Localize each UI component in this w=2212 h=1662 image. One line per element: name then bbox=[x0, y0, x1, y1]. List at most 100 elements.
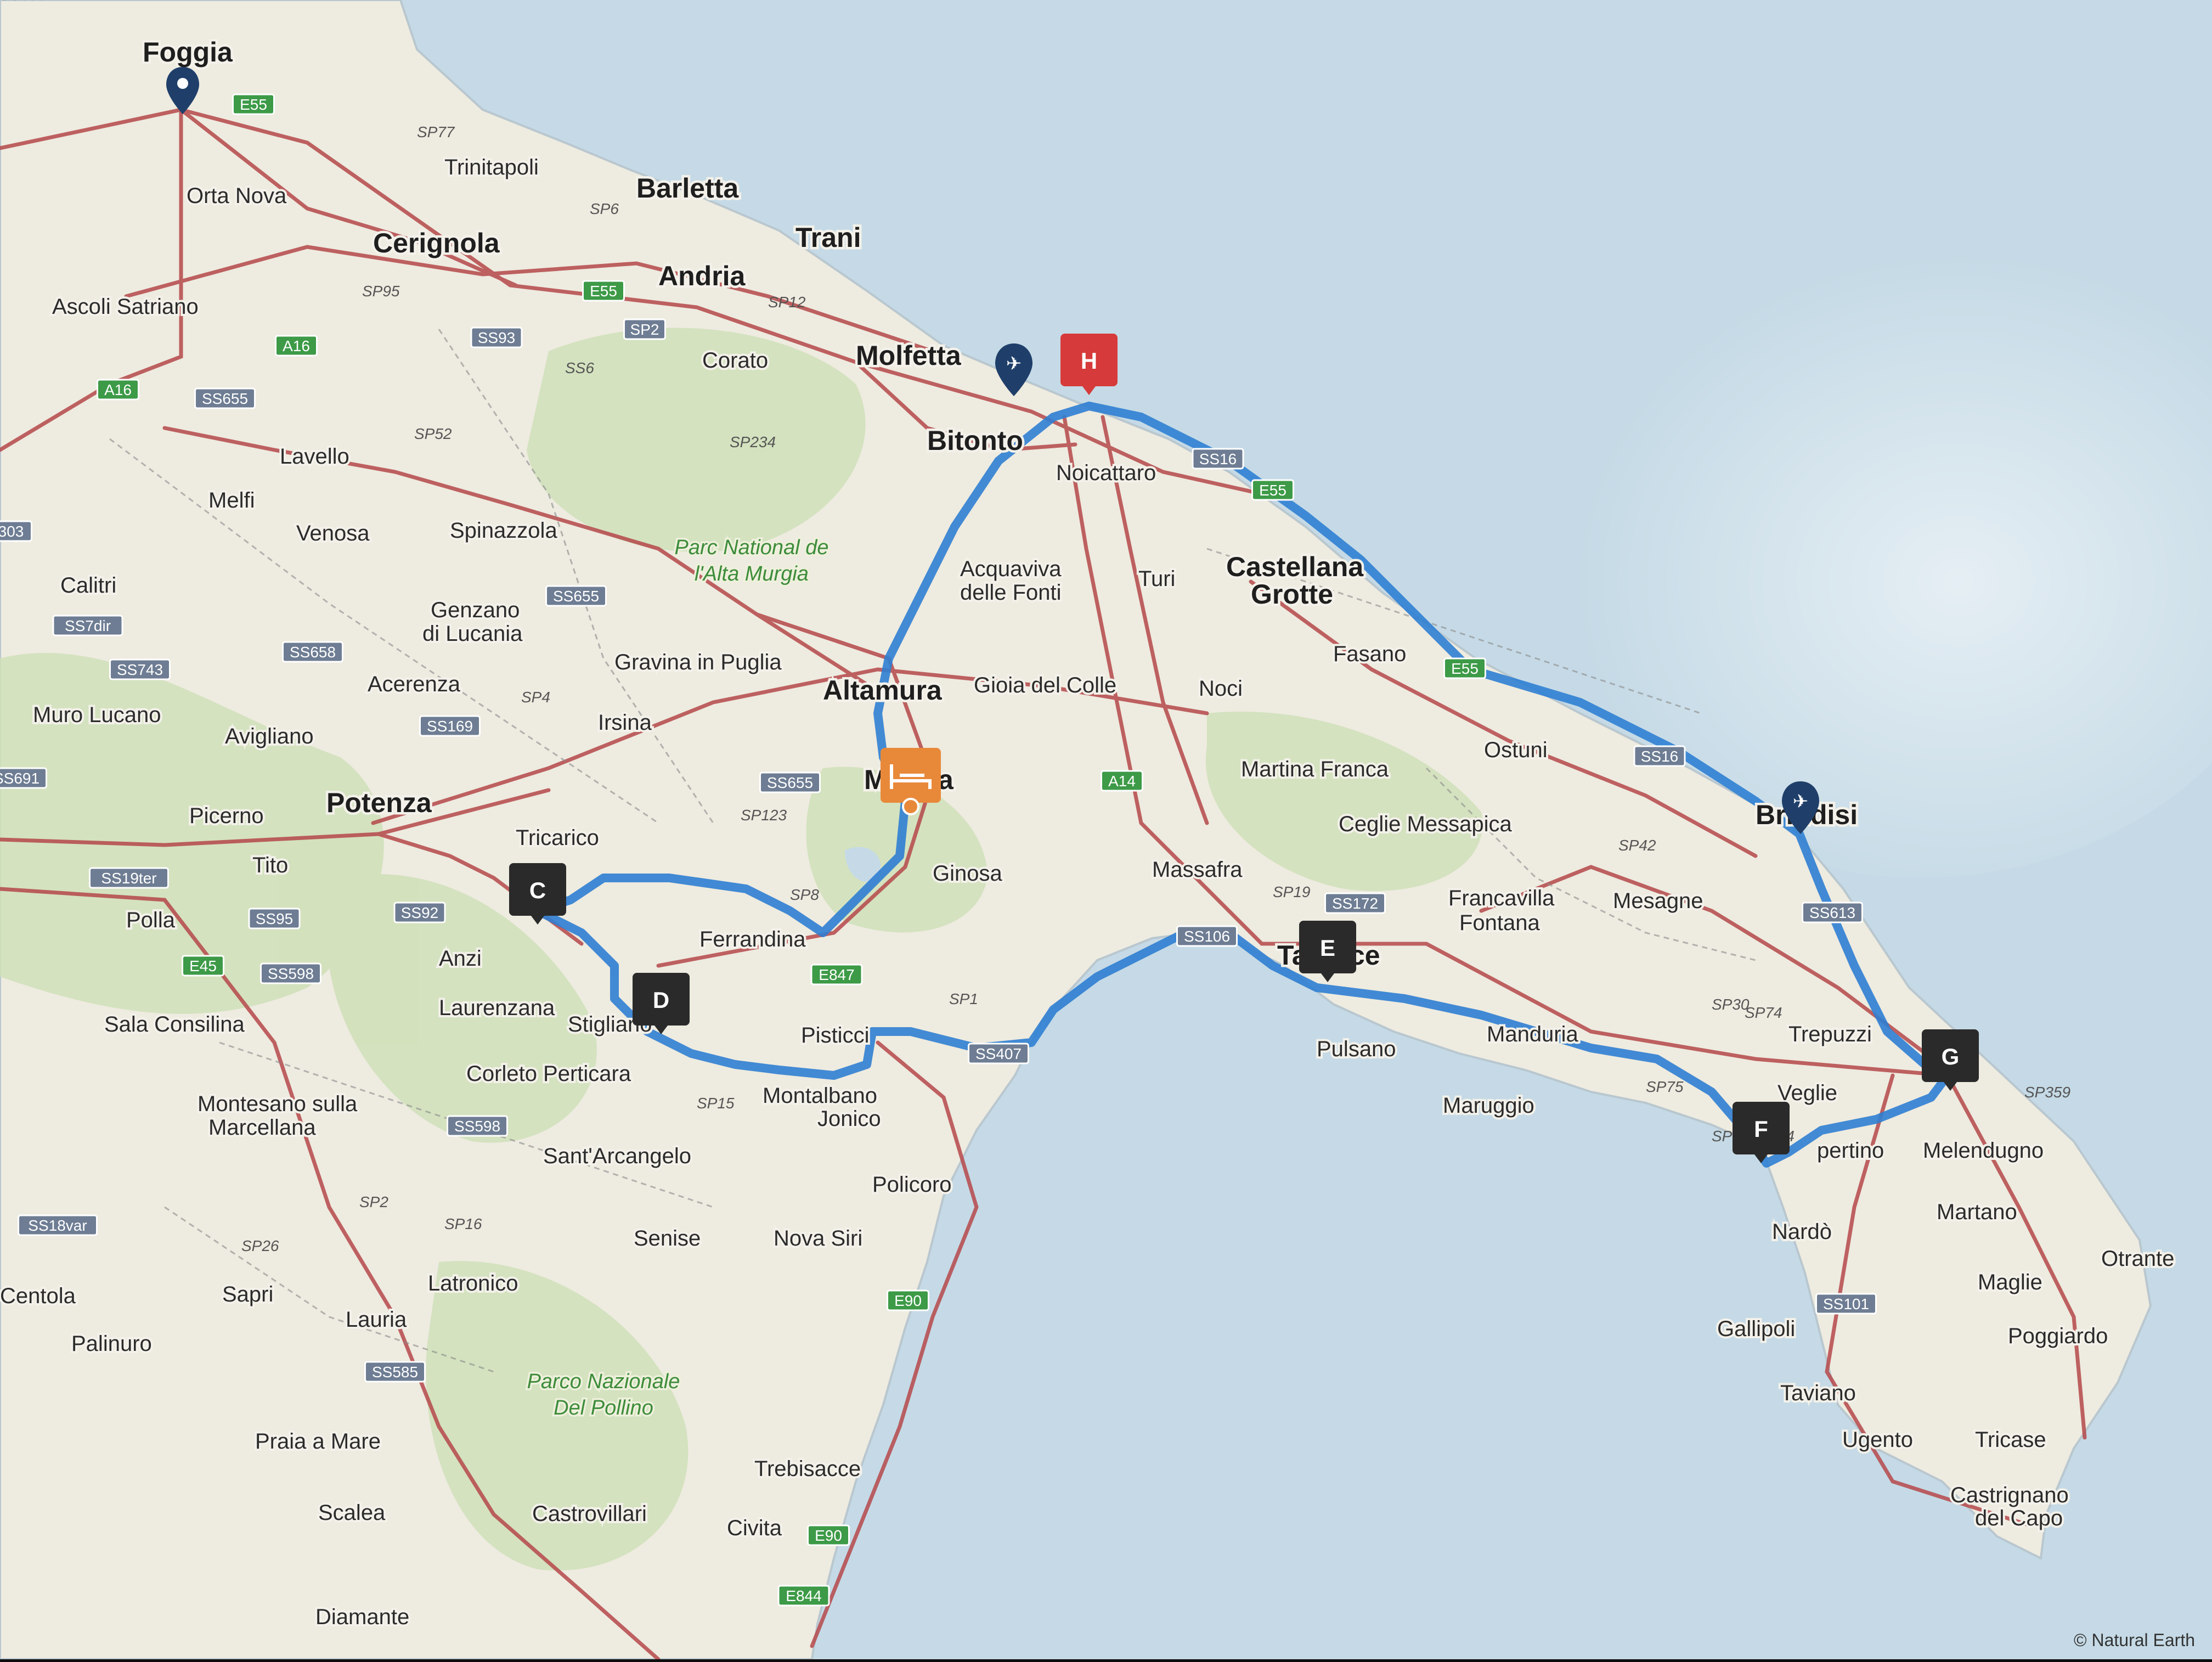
city-label: Otrante bbox=[2101, 1247, 2174, 1271]
city-label: Tricase bbox=[1975, 1428, 2046, 1452]
svg-text:SS18var: SS18var bbox=[28, 1217, 87, 1234]
road-ref-label: SP359 bbox=[2024, 1084, 2070, 1101]
city-label: Veglie bbox=[1778, 1081, 1837, 1105]
road-shield: SS691 bbox=[0, 767, 47, 789]
svg-text:SS585: SS585 bbox=[372, 1364, 418, 1381]
road-shield: E90 bbox=[887, 1289, 929, 1311]
svg-text:SS19ter: SS19ter bbox=[101, 870, 156, 887]
city-label: Venosa bbox=[296, 521, 370, 545]
route-marker-c[interactable]: C bbox=[509, 863, 566, 925]
road-shield: SS92 bbox=[393, 902, 446, 923]
city-label: Gallipoli bbox=[1717, 1317, 1795, 1341]
city-label: Grotte bbox=[1251, 579, 1333, 610]
road-ref-label: SP234 bbox=[730, 433, 776, 450]
road-shield: E55 bbox=[232, 93, 275, 115]
city-label: Noicattaro bbox=[1056, 461, 1156, 485]
road-shield: E55 bbox=[1443, 657, 1486, 679]
road-shield: SS172 bbox=[1324, 892, 1386, 914]
road-shield: SS658 bbox=[282, 641, 343, 663]
road-ref-label: SP75 bbox=[1646, 1078, 1684, 1095]
city-label: Laurenzana bbox=[439, 996, 555, 1020]
city-label: Mesagne bbox=[1613, 889, 1703, 913]
city-label: Corleto Perticara bbox=[466, 1062, 631, 1086]
city-label: Fasano bbox=[1333, 642, 1406, 666]
city-label: Altamura bbox=[823, 675, 943, 706]
svg-text:E90: E90 bbox=[894, 1292, 922, 1309]
city-label: Tricarico bbox=[516, 826, 599, 850]
road-shield: SS585 bbox=[364, 1361, 426, 1383]
svg-text:✈: ✈ bbox=[1006, 353, 1022, 374]
svg-text:E847: E847 bbox=[819, 966, 854, 983]
city-label: Foggia bbox=[143, 37, 233, 67]
city-label: Corato bbox=[702, 348, 768, 373]
svg-text:SS598: SS598 bbox=[268, 965, 314, 982]
road-shield: E55 bbox=[1251, 479, 1294, 501]
city-label: Martina Franca bbox=[1241, 757, 1389, 781]
city-label: Spinazzola bbox=[450, 519, 557, 543]
road-shield: E847 bbox=[810, 964, 863, 985]
city-label: Molfetta bbox=[856, 340, 962, 371]
svg-text:303: 303 bbox=[0, 523, 24, 540]
city-label: Pisticci bbox=[801, 1023, 869, 1047]
road-shield: SS655 bbox=[545, 585, 607, 607]
road-shield: SS16 bbox=[1633, 745, 1686, 767]
city-label: Turi bbox=[1138, 567, 1175, 591]
city-label: Barletta bbox=[636, 173, 739, 204]
city-label: Genzano bbox=[431, 598, 520, 622]
city-label: Praia a Mare bbox=[255, 1429, 381, 1453]
city-label: Ascoli Satriano bbox=[52, 295, 199, 319]
route-marker-h[interactable]: H bbox=[1060, 334, 1118, 395]
city-label: Acerenza bbox=[368, 672, 461, 696]
road-shield: SS598 bbox=[260, 962, 321, 984]
svg-text:SS92: SS92 bbox=[401, 904, 439, 921]
road-ref-label: SS6 bbox=[565, 359, 594, 376]
city-label: Gravina in Puglia bbox=[614, 650, 782, 674]
road-shield: 303 bbox=[0, 520, 32, 542]
map-canvas[interactable]: Foggia Barletta Trani Cerignola Andria Molfet… bbox=[0, 0, 2212, 1661]
city-label: Senise bbox=[634, 1226, 701, 1250]
road-shield: SS7dir bbox=[52, 615, 123, 636]
city-label: Manduria bbox=[1487, 1022, 1579, 1046]
city-label: pertino bbox=[1817, 1139, 1884, 1163]
city-label: Scalea bbox=[318, 1501, 386, 1525]
svg-text:A16: A16 bbox=[104, 381, 132, 398]
city-label: Melendugno bbox=[1923, 1139, 2044, 1163]
road-ref-label: SP16 bbox=[444, 1215, 482, 1232]
road-shield: SS19ter bbox=[89, 867, 169, 889]
map-viewport[interactable]: Foggia Barletta Trani Cerignola Andria Molfet… bbox=[0, 0, 2212, 1661]
city-label: Taviano bbox=[1780, 1381, 1856, 1405]
route-marker-d[interactable]: D bbox=[633, 973, 690, 1034]
road-shield: SS655 bbox=[759, 771, 821, 793]
city-label: Bitonto bbox=[927, 425, 1023, 456]
city-label: Trebisacce bbox=[754, 1457, 861, 1481]
city-label: Francavilla bbox=[1448, 886, 1555, 910]
city-label: Civita bbox=[727, 1516, 782, 1540]
road-ref-label: SP4 bbox=[521, 689, 550, 706]
svg-text:SS691: SS691 bbox=[0, 770, 40, 787]
svg-text:H: H bbox=[1081, 348, 1097, 374]
city-label: Melfi bbox=[208, 488, 255, 512]
road-ref-label: SS366 bbox=[0, 0, 46, 3]
city-label: Poggiardo bbox=[2008, 1324, 2108, 1348]
road-shield: SS95 bbox=[248, 908, 301, 929]
svg-text:SS106: SS106 bbox=[1184, 928, 1230, 945]
svg-text:E844: E844 bbox=[786, 1587, 821, 1604]
city-label: Calitri bbox=[60, 573, 116, 598]
svg-text:SS658: SS658 bbox=[290, 644, 336, 661]
route-marker-f[interactable]: F bbox=[1733, 1102, 1790, 1163]
svg-text:SS407: SS407 bbox=[975, 1045, 1022, 1062]
city-label: Lavello bbox=[280, 444, 349, 469]
road-ref-label: SP123 bbox=[741, 807, 787, 824]
road-ref-label: SP2 bbox=[359, 1193, 388, 1210]
road-shield: SS407 bbox=[968, 1043, 1029, 1064]
svg-text:E55: E55 bbox=[590, 283, 617, 300]
road-ref-label: SP42 bbox=[1618, 837, 1656, 854]
road-shield: SS18var bbox=[18, 1214, 98, 1236]
city-label: Trani bbox=[795, 222, 861, 253]
city-label: Pulsano bbox=[1317, 1037, 1396, 1061]
svg-text:E45: E45 bbox=[189, 957, 217, 974]
route-marker-g[interactable]: G bbox=[1922, 1029, 1979, 1091]
road-shield: A16 bbox=[275, 335, 318, 357]
route-marker-e[interactable]: E bbox=[1299, 921, 1356, 982]
svg-text:SS93: SS93 bbox=[478, 329, 516, 346]
